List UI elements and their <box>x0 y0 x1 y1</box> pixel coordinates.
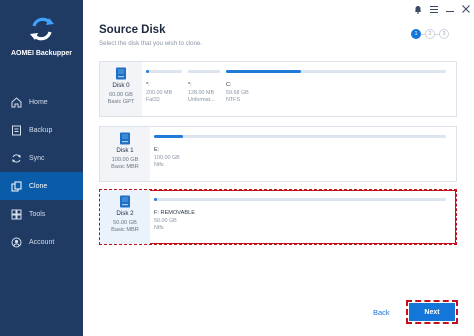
page-title: Source Disk <box>99 24 166 36</box>
disk-name: Disk 1 <box>116 147 134 154</box>
aomei-logo-icon <box>30 17 54 41</box>
sidebar-item-label: Sync <box>29 154 45 162</box>
sidebar-item-account[interactable]: Account <box>0 228 83 256</box>
partition[interactable]: E: 100.00 GB Ntfs <box>154 135 446 181</box>
sidebar-nav: Home Backup Sync Clone Tools Account <box>0 88 83 256</box>
main-panel: Source Disk Select the disk that you wis… <box>83 0 474 336</box>
partition-usage-bar <box>146 70 182 73</box>
disk-type: Basic MBR <box>111 164 139 170</box>
sidebar-item-label: Backup <box>29 126 53 134</box>
sync-icon <box>12 153 21 163</box>
sidebar-item-backup[interactable]: Backup <box>0 116 83 144</box>
partition-list: E: 100.00 GB Ntfs <box>150 127 456 181</box>
disk-row-2[interactable]: Disk 2 50.00 GB Basic MBR F: REMOVABLE 5… <box>99 189 457 245</box>
disk-info: Disk 2 50.00 GB Basic MBR <box>100 190 150 244</box>
partition-usage-bar <box>226 70 446 73</box>
sidebar-item-label: Account <box>29 238 55 246</box>
partition-size: 50.00 GB <box>154 218 177 224</box>
partition-fs: NTFS <box>226 97 241 103</box>
disk-type: Basic GPT <box>107 99 135 105</box>
sidebar: AOMEI Backupper Home Backup Sync Clone T… <box>0 0 83 336</box>
disk-name: Disk 0 <box>112 82 130 89</box>
sidebar-item-label: Home <box>29 98 48 106</box>
partition-fs: Ntfs <box>154 225 164 231</box>
partition[interactable]: *: 128.00 MB Unformat... <box>188 70 220 116</box>
partition[interactable]: C: 59.68 GB NTFS <box>226 70 446 116</box>
partition-size: 100.00 GB <box>154 155 180 161</box>
sidebar-item-tools[interactable]: Tools <box>0 200 83 228</box>
disk-icon <box>120 132 130 145</box>
minimize-icon[interactable] <box>442 3 458 15</box>
disk-row-1[interactable]: Disk 1 100.00 GB Basic MBR E: 100.00 GB … <box>99 126 457 182</box>
partition-usage-fill <box>226 70 301 73</box>
partition-label: E: <box>154 147 160 153</box>
partition[interactable]: *: 200.00 MB Fat32 <box>146 70 182 116</box>
partition-usage-fill <box>154 135 184 138</box>
partition-fs: Unformat... <box>188 97 215 103</box>
partition-label: *: <box>146 82 150 88</box>
disk-icon <box>120 195 130 208</box>
sidebar-item-clone[interactable]: Clone <box>0 172 83 200</box>
step-indicator: 1 2 3 <box>411 29 449 39</box>
partition-usage-fill <box>146 70 149 73</box>
partition-size: 59.68 GB <box>226 90 249 96</box>
partition-usage-bar <box>154 198 446 201</box>
disk-size: 100.00 GB <box>111 157 139 163</box>
partition-fs: Ntfs <box>154 162 164 168</box>
tools-icon <box>11 209 22 219</box>
clone-icon <box>11 181 22 191</box>
sidebar-item-label: Clone <box>29 182 48 190</box>
window-controls <box>410 3 474 15</box>
sidebar-item-home[interactable]: Home <box>0 88 83 116</box>
partition-list: *: 200.00 MB Fat32 *: 128.00 MB Unformat… <box>142 62 456 116</box>
menu-icon[interactable] <box>426 3 442 15</box>
home-icon <box>11 96 22 107</box>
page-subtitle: Select the disk that you wish to clone. <box>99 40 203 47</box>
disk-info: Disk 1 100.00 GB Basic MBR <box>100 127 150 181</box>
close-icon[interactable] <box>458 3 474 15</box>
partition-usage-bar <box>188 70 220 73</box>
disk-name: Disk 2 <box>116 210 134 217</box>
app-name: AOMEI Backupper <box>10 50 73 57</box>
step-3: 3 <box>439 29 449 39</box>
bell-icon[interactable] <box>410 3 426 15</box>
backup-icon <box>12 125 21 135</box>
partition-list: F: REMOVABLE 50.00 GB Ntfs <box>150 190 456 244</box>
partition-usage-bar <box>154 135 446 138</box>
account-icon <box>11 237 22 247</box>
disk-info: Disk 0 60.00 GB Basic GPT <box>100 62 142 116</box>
sidebar-item-sync[interactable]: Sync <box>0 144 83 172</box>
disk-size: 60.00 GB <box>109 92 133 98</box>
partition[interactable]: F: REMOVABLE 50.00 GB Ntfs <box>154 198 446 244</box>
step-1: 1 <box>411 29 421 39</box>
step-2: 2 <box>425 29 435 39</box>
disk-size: 50.00 GB <box>113 220 137 226</box>
disk-type: Basic MBR <box>111 227 139 233</box>
partition-size: 200.00 MB <box>146 90 173 96</box>
partition-label: F: REMOVABLE <box>154 210 195 216</box>
partition-label: *: <box>188 82 192 88</box>
disk-icon <box>116 67 126 80</box>
partition-size: 128.00 MB <box>188 90 215 96</box>
partition-fs: Fat32 <box>146 97 160 103</box>
sidebar-item-label: Tools <box>29 210 46 218</box>
partition-usage-fill <box>154 198 157 201</box>
next-button[interactable]: Next <box>406 300 458 324</box>
back-button[interactable]: Back <box>373 308 390 317</box>
disk-row-0[interactable]: Disk 0 60.00 GB Basic GPT *: 200.00 MB F… <box>99 61 457 117</box>
partition-label: C: <box>226 82 232 88</box>
app-logo: AOMEI Backupper <box>0 0 83 78</box>
